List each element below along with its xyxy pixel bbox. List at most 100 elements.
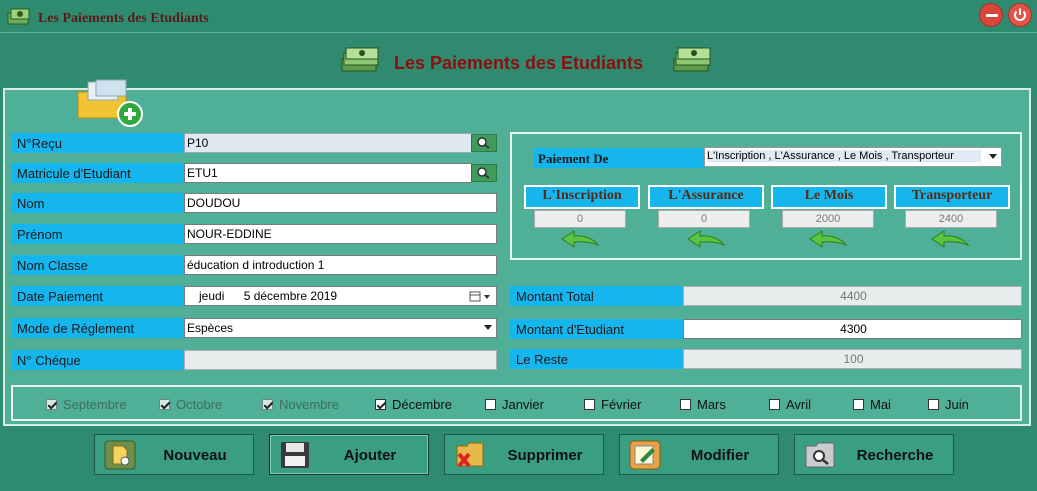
nom-input[interactable]: DOUDOU bbox=[184, 193, 497, 213]
month-label: Mai bbox=[870, 397, 891, 412]
transporteur-value: 2400 bbox=[905, 210, 997, 228]
transporteur-button[interactable]: Transporteur bbox=[894, 185, 1010, 209]
add-folder-icon bbox=[77, 79, 143, 127]
window-title: Les Paiements des Etudiants bbox=[38, 11, 209, 26]
month-avril[interactable]: Avril bbox=[769, 397, 811, 412]
mode-select[interactable]: Espèces bbox=[184, 318, 497, 338]
date-value: 5 décembre 2019 bbox=[243, 289, 338, 303]
month-checkbox[interactable] bbox=[584, 399, 595, 410]
prenom-label: Prénom bbox=[11, 224, 185, 244]
cheque-input[interactable] bbox=[184, 350, 497, 370]
search-icon bbox=[477, 137, 490, 149]
reste-value: 100 bbox=[683, 349, 1022, 369]
back-arrow-icon[interactable] bbox=[558, 229, 604, 253]
month-decembre[interactable]: Décembre bbox=[375, 397, 452, 412]
minimize-icon bbox=[986, 14, 998, 17]
date-day: jeudi bbox=[199, 289, 225, 303]
mois-button[interactable]: Le Mois bbox=[771, 185, 887, 209]
delete-folder-icon bbox=[456, 442, 484, 468]
month-label: Janvier bbox=[502, 397, 544, 412]
payment-type-value: L'Inscription , L'Assurance , Le Mois , … bbox=[707, 150, 981, 162]
reste-label: Le Reste bbox=[510, 349, 684, 369]
month-checkbox[interactable] bbox=[928, 399, 939, 410]
cheque-label: N° Chéque bbox=[11, 350, 185, 370]
money-stack-icon bbox=[673, 47, 711, 72]
month-checkbox[interactable] bbox=[769, 399, 780, 410]
modifier-label: Modifier bbox=[690, 447, 750, 464]
nouveau-label: Nouveau bbox=[163, 447, 227, 464]
recherche-label: Recherche bbox=[856, 447, 934, 464]
edit-icon bbox=[629, 440, 661, 470]
back-arrow-icon[interactable] bbox=[806, 229, 852, 253]
montant-etudiant-label: Montant d'Etudiant bbox=[510, 319, 684, 339]
matricule-search-button[interactable] bbox=[471, 164, 497, 182]
mois-value: 2000 bbox=[782, 210, 874, 228]
month-checkbox bbox=[46, 399, 57, 410]
recu-search-button[interactable] bbox=[471, 134, 497, 152]
back-arrow-icon[interactable] bbox=[684, 229, 730, 253]
back-arrow-icon[interactable] bbox=[928, 229, 974, 253]
assurance-value: 0 bbox=[658, 210, 750, 228]
recherche-button[interactable]: Recherche bbox=[794, 434, 954, 475]
month-label: Juin bbox=[945, 397, 969, 412]
month-label: Novembre bbox=[279, 397, 339, 412]
month-mars[interactable]: Mars bbox=[680, 397, 726, 412]
month-fevrier[interactable]: Février bbox=[584, 397, 641, 412]
month-novembre: Novembre bbox=[262, 397, 339, 412]
payment-type-label: Paiement De bbox=[534, 148, 706, 168]
total-value: 4400 bbox=[683, 286, 1022, 306]
month-janvier[interactable]: Janvier bbox=[485, 397, 544, 412]
payment-type-select[interactable]: L'Inscription , L'Assurance , Le Mois , … bbox=[704, 147, 1002, 167]
month-checkbox[interactable] bbox=[853, 399, 864, 410]
chevron-down-icon bbox=[989, 154, 997, 159]
app-money-icon bbox=[7, 8, 30, 25]
month-juin[interactable]: Juin bbox=[928, 397, 969, 412]
bottom-strip bbox=[0, 482, 1037, 491]
ajouter-label: Ajouter bbox=[343, 447, 397, 464]
search-icon bbox=[477, 167, 490, 179]
montant-etudiant-input[interactable]: 4300 bbox=[683, 319, 1022, 339]
month-checkbox[interactable] bbox=[485, 399, 496, 410]
month-label: Décembre bbox=[392, 397, 452, 412]
assurance-button[interactable]: L'Assurance bbox=[648, 185, 764, 209]
supprimer-button[interactable]: Supprimer bbox=[444, 434, 604, 475]
month-octobre: Octobre bbox=[159, 397, 222, 412]
nouveau-button[interactable]: Nouveau bbox=[94, 434, 254, 475]
month-checkbox[interactable] bbox=[375, 399, 386, 410]
minimize-button[interactable] bbox=[979, 3, 1003, 27]
month-label: Mars bbox=[697, 397, 726, 412]
recu-label: N°Reçu bbox=[11, 133, 185, 153]
prenom-input[interactable]: NOUR-EDDINE bbox=[184, 224, 497, 244]
calendar-dropdown-icon bbox=[469, 291, 490, 302]
date-picker[interactable]: jeudi 5 décembre 2019 bbox=[184, 286, 497, 306]
month-mai[interactable]: Mai bbox=[853, 397, 891, 412]
total-label: Montant Total bbox=[510, 286, 684, 306]
month-label: Octobre bbox=[176, 397, 223, 412]
page-header: Les Paiements des Etudiants bbox=[0, 32, 1037, 82]
month-label: Avril bbox=[786, 397, 812, 412]
recu-input[interactable]: P10 bbox=[184, 133, 472, 153]
chevron-down-icon bbox=[484, 325, 492, 330]
search-folder-icon bbox=[805, 442, 835, 468]
classe-input[interactable]: éducation d introduction 1 bbox=[184, 255, 497, 275]
matricule-input[interactable]: ETU1 bbox=[184, 163, 472, 183]
month-label: Février bbox=[601, 397, 642, 412]
months-panel: Septembre Octobre Novembre Décembre Janv… bbox=[11, 385, 1022, 421]
inscription-button[interactable]: L'Inscription bbox=[524, 185, 640, 209]
classe-label: Nom Classe bbox=[11, 255, 185, 275]
save-disk-icon bbox=[281, 442, 309, 468]
payment-type-panel: Paiement De L'Inscription , L'Assurance … bbox=[510, 132, 1022, 260]
mode-label: Mode de Réglement bbox=[11, 318, 185, 338]
ajouter-button[interactable]: Ajouter bbox=[269, 434, 429, 475]
modifier-button[interactable]: Modifier bbox=[619, 434, 779, 475]
month-checkbox bbox=[262, 399, 273, 410]
page-title: Les Paiements des Etudiants bbox=[393, 53, 644, 73]
supprimer-label: Supprimer bbox=[507, 447, 583, 464]
power-close-button[interactable] bbox=[1008, 3, 1032, 27]
nom-label: Nom bbox=[11, 193, 185, 213]
month-checkbox[interactable] bbox=[680, 399, 691, 410]
matricule-label: Matricule d'Etudiant bbox=[11, 163, 185, 183]
month-septembre: Septembre bbox=[46, 397, 127, 412]
power-icon bbox=[1014, 8, 1026, 21]
title-bar: Les Paiements des Etudiants bbox=[0, 0, 1037, 32]
